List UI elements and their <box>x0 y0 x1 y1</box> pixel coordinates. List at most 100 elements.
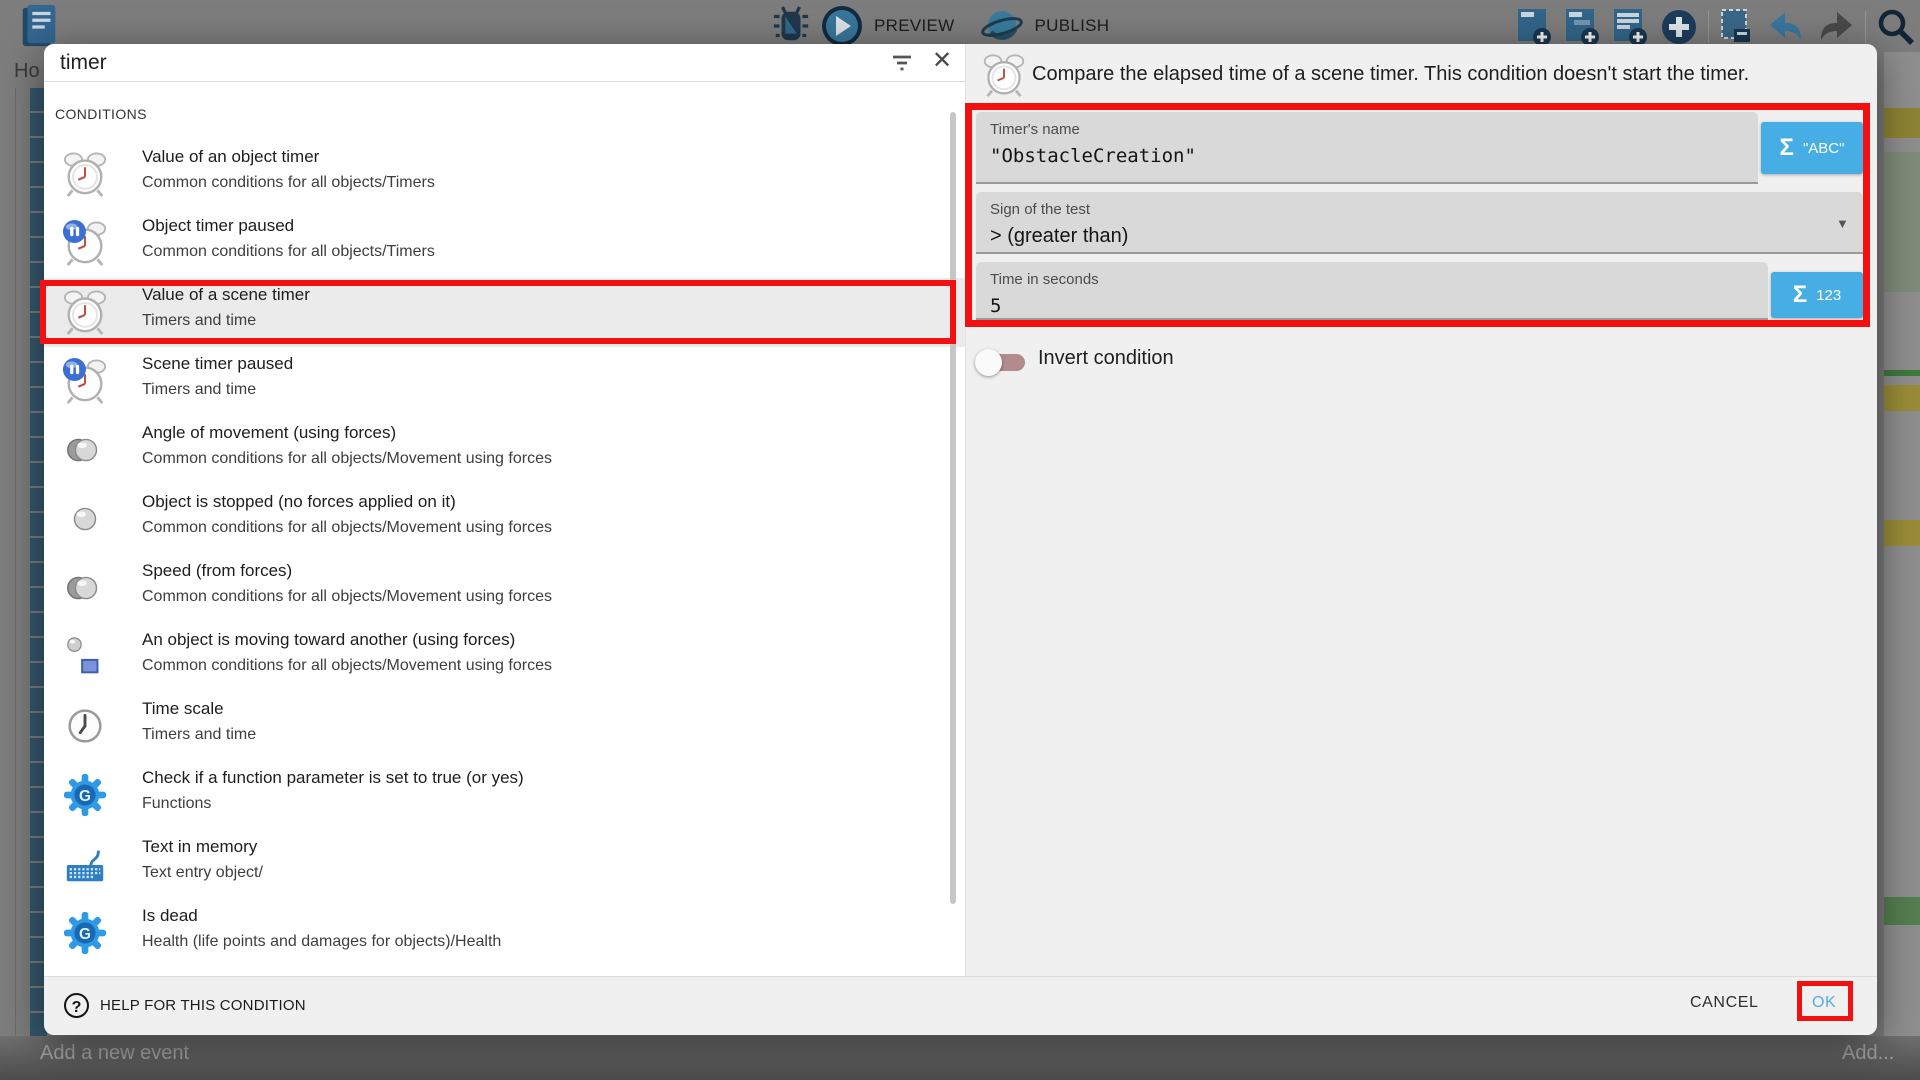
condition-title: Angle of movement (using forces) <box>142 423 396 443</box>
publish-button[interactable]: PUBLISH <box>1035 16 1110 36</box>
condition-path: Common conditions for all objects/Moveme… <box>142 519 552 537</box>
invert-condition-toggle[interactable] <box>979 354 1025 371</box>
time-in-seconds-value[interactable]: 5 <box>990 295 1001 317</box>
condition-editor-panel: Compare the elapsed time of a scene time… <box>965 44 1877 976</box>
time-in-seconds-field[interactable]: Time in seconds 5 <box>976 262 1768 320</box>
condition-list-item[interactable]: Time scale Timers and time <box>44 692 965 761</box>
condition-description: Compare the elapsed time of a scene time… <box>1032 63 1832 86</box>
sign-of-test-select[interactable]: Sign of the test > (greater than) ▼ <box>976 192 1863 254</box>
condition-list-item[interactable]: Value of an object timer Common conditio… <box>44 140 965 209</box>
paste-icon[interactable] <box>1717 6 1757 48</box>
close-icon[interactable]: ✕ <box>926 45 958 77</box>
condition-title: Is dead <box>142 906 198 926</box>
condition-list-item[interactable]: Speed (from forces) Common conditions fo… <box>44 554 965 623</box>
condition-title: Time scale <box>142 699 224 719</box>
condition-path: Common conditions for all objects/Timers <box>142 174 435 192</box>
condition-title: Speed (from forces) <box>142 561 292 581</box>
sigma-icon: Σ <box>1780 134 1794 162</box>
alarm-paused-icon <box>62 220 108 266</box>
moving-toward-icon <box>62 634 108 680</box>
expression-123-button[interactable]: Σ 123 <box>1771 272 1863 318</box>
condition-list-item[interactable]: G Is dead Health (life points and damage… <box>44 899 965 968</box>
add-event-icon[interactable] <box>1514 6 1554 48</box>
condition-title: An object is moving toward another (usin… <box>142 630 515 650</box>
toggle-knob <box>975 349 1002 376</box>
condition-path: Functions <box>142 795 211 813</box>
condition-title: Check if a function parameter is set to … <box>142 768 524 788</box>
alarm-clock-icon <box>62 151 108 197</box>
list-scrollbar[interactable] <box>950 112 956 904</box>
dialog-footer: ? HELP FOR THIS CONDITION CANCEL OK <box>44 976 1877 1035</box>
add-subevent-icon[interactable] <box>1562 6 1602 48</box>
publish-globe-icon[interactable] <box>979 4 1025 48</box>
expression-abc-button[interactable]: Σ "ABC" <box>1761 122 1863 174</box>
add-new-event-button[interactable]: Add a new event <box>40 1042 189 1065</box>
condition-list-item[interactable]: G Check if a function parameter is set t… <box>44 761 965 830</box>
condition-path: Health (life points and damages for obje… <box>142 933 501 951</box>
undo-icon[interactable] <box>1765 6 1807 48</box>
search-bar: ✕ <box>44 44 965 82</box>
condition-title: Value of an object timer <box>142 147 319 167</box>
alarm-paused-icon <box>62 358 108 404</box>
search-icon[interactable] <box>1874 5 1918 49</box>
condition-title: Object timer paused <box>142 216 294 236</box>
force-spheres-icon <box>62 565 108 611</box>
condition-title: Text in memory <box>142 837 257 857</box>
condition-path: Timers and time <box>142 312 256 330</box>
condition-list-item[interactable]: An object is moving toward another (usin… <box>44 623 965 692</box>
clock-icon <box>62 703 108 749</box>
timer-name-label: Timer's name <box>990 121 1080 138</box>
help-icon[interactable]: ? <box>64 993 89 1018</box>
condition-path: Timers and time <box>142 726 256 744</box>
alarm-clock-icon <box>982 53 1026 97</box>
svg-text:G: G <box>79 788 91 805</box>
condition-title: Object is stopped (no forces applied on … <box>142 492 456 512</box>
condition-title: Value of a scene timer <box>142 285 310 305</box>
screen: PREVIEW PUBLISH <box>0 0 1920 1080</box>
condition-list-item[interactable]: Object timer paused Common conditions fo… <box>44 209 965 278</box>
condition-list-item-selected[interactable]: Value of a scene timer Timers and time <box>44 278 965 347</box>
chevron-down-icon: ▼ <box>1836 216 1849 231</box>
debug-icon[interactable] <box>772 4 810 48</box>
keyboard-icon <box>62 841 108 887</box>
condition-path: Text entry object/ <box>142 864 263 882</box>
play-icon[interactable] <box>820 4 864 48</box>
time-in-seconds-label: Time in seconds <box>990 271 1099 288</box>
project-manager-icon[interactable] <box>16 3 62 49</box>
sphere-icon <box>62 496 108 542</box>
gear-icon: G <box>62 910 108 956</box>
condition-list-item[interactable]: Text in memory Text entry object/ <box>44 830 965 899</box>
home-tab-label[interactable]: Ho <box>14 60 40 83</box>
timer-name-value[interactable]: "ObstacleCreation" <box>990 145 1196 167</box>
dimmed-scene-column <box>1884 52 1920 1036</box>
condition-path: Common conditions for all objects/Moveme… <box>142 657 552 675</box>
condition-path: Common conditions for all objects/Moveme… <box>142 450 552 468</box>
condition-title: Scene timer paused <box>142 354 293 374</box>
condition-list-item[interactable]: Object is stopped (no forces applied on … <box>44 485 965 554</box>
condition-dialog: ✕ CONDITIONS Value of <box>44 44 1877 1035</box>
ok-button[interactable]: OK <box>1812 994 1836 1012</box>
dimmed-bottom-area <box>0 1036 1920 1080</box>
condition-list-item[interactable]: Scene timer paused Timers and time <box>44 347 965 416</box>
cancel-button[interactable]: CANCEL <box>1690 994 1759 1012</box>
condition-path: Timers and time <box>142 381 256 399</box>
add-more-button[interactable]: Add... <box>1842 1042 1894 1065</box>
condition-path: Common conditions for all objects/Timers <box>142 243 435 261</box>
filter-icon[interactable] <box>886 47 918 79</box>
preview-button[interactable]: PREVIEW <box>874 16 955 36</box>
condition-path: Common conditions for all objects/Moveme… <box>142 588 552 606</box>
sigma-icon: Σ <box>1793 281 1807 309</box>
alarm-clock-icon <box>62 289 108 335</box>
conditions-section-label: CONDITIONS <box>55 106 147 122</box>
add-comment-icon[interactable] <box>1610 6 1650 48</box>
invert-condition-label: Invert condition <box>1038 347 1174 370</box>
timer-name-field[interactable]: Timer's name "ObstacleCreation" <box>976 112 1758 184</box>
event-tree-line <box>15 88 16 1050</box>
redo-icon[interactable] <box>1815 6 1857 48</box>
gear-icon: G <box>62 772 108 818</box>
add-circle-icon[interactable] <box>1658 6 1700 48</box>
condition-list-item[interactable]: Angle of movement (using forces) Common … <box>44 416 965 485</box>
force-spheres-icon <box>62 427 108 473</box>
search-input[interactable] <box>60 48 880 78</box>
help-link[interactable]: HELP FOR THIS CONDITION <box>100 997 306 1014</box>
